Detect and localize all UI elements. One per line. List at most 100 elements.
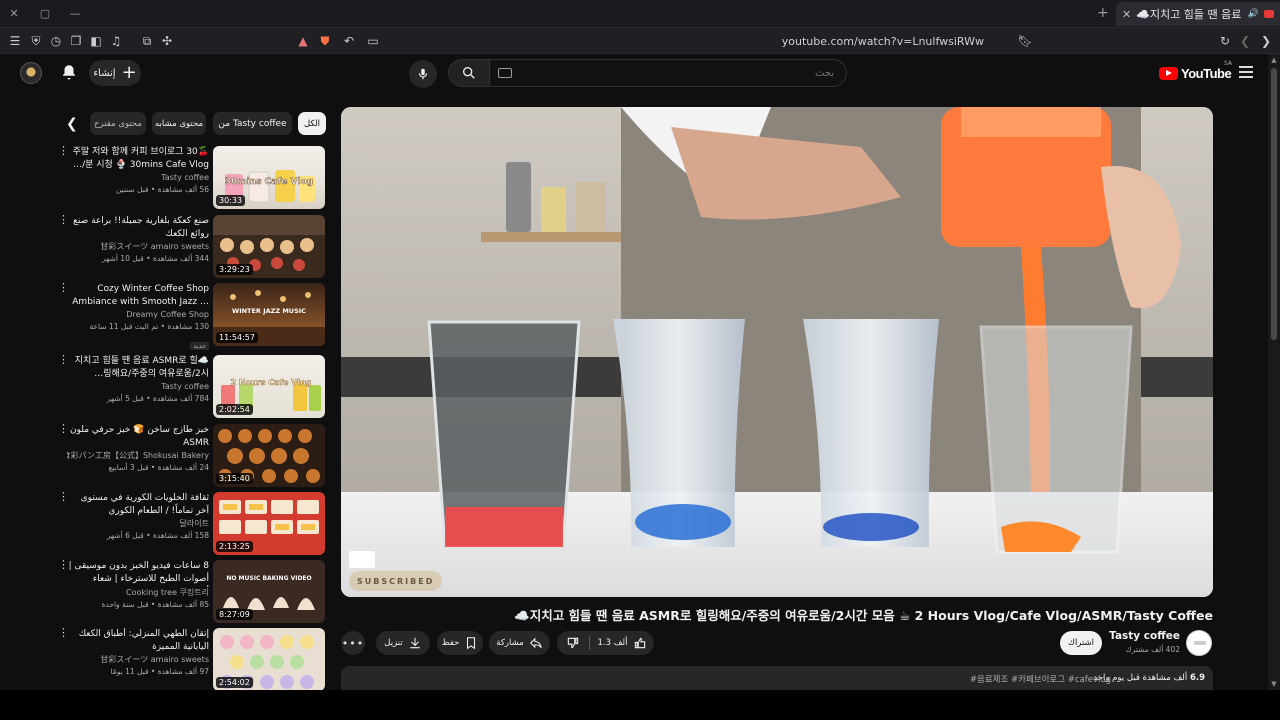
create-button[interactable]: إنشاء + (89, 60, 141, 86)
back-history-icon[interactable]: ↶ (340, 32, 358, 50)
chip-related[interactable]: محتوى مشابه (152, 112, 206, 135)
extensions-icon[interactable]: ✣ (158, 32, 176, 50)
video-thumbnail[interactable]: WINTER JAZZ MUSIC 11:54:57 (213, 283, 325, 346)
list-item[interactable]: ⋮ إتقان الطهي المنزلي: أطباق الكعك الياب… (55, 627, 327, 692)
chip-from-channel[interactable]: من Tasty coffee (213, 112, 292, 135)
more-options-icon[interactable]: ⋮ (58, 214, 69, 225)
description-box[interactable]: 6.9 ألف مشاهدة قبل يوم واحد #음료제조 #카페브이로… (341, 666, 1213, 690)
hashtags[interactable]: #음료제조 #카페브이로그 #cafevlog (970, 673, 1111, 685)
save-button[interactable]: حفظ (437, 631, 483, 655)
voice-search-button[interactable] (409, 60, 437, 88)
more-horizontal-icon: ••• (341, 636, 365, 650)
video-title[interactable]: Cozy Winter Coffee Shop Ambiance with Sm… (67, 283, 209, 309)
video-thumbnail[interactable]: 30mins Cafe Vlog 30:33 (213, 146, 325, 209)
new-tab-button[interactable]: + (1097, 5, 1109, 21)
browser-tab-active[interactable]: ✕ ☁️지치고 힘들 땐 음료 ASMR 🔊 (1116, 2, 1280, 26)
video-thumbnail[interactable]: 3:29:23 (213, 215, 325, 278)
aria-icon[interactable]: ▲ (294, 32, 312, 50)
guide-menu-icon[interactable] (1239, 66, 1253, 78)
music-icon[interactable]: ♫ (107, 32, 125, 50)
tabs-icon[interactable]: ❐ (67, 32, 85, 50)
brave-shields-icon[interactable]: ⛊ (316, 32, 334, 50)
cast-icon[interactable]: ▭ (364, 32, 382, 50)
back-icon[interactable]: ❮ (1236, 32, 1254, 50)
channel-name[interactable]: Tasty coffee (1100, 630, 1180, 642)
shield-icon[interactable]: ⛨ (27, 32, 45, 50)
video-title[interactable]: 8 ساعات فيديو الخبز بدون موسيقى | أصوات … (67, 560, 209, 587)
audio-icon[interactable]: 🔊 (1248, 9, 1259, 19)
channel-name[interactable]: 甘彩スイーツ amairo sweets (67, 654, 209, 666)
search-button[interactable] (448, 59, 490, 87)
more-options-icon[interactable]: ⋮ (58, 627, 69, 638)
scroll-up-icon[interactable]: ▲ (1270, 56, 1278, 64)
url-text: youtube.com/watch?v=LnulfwsiRWw (781, 34, 984, 48)
list-item[interactable]: ⋮ 🍒주말 저와 함께 커피 브이로그 30분 시청 🍨 30mins Cafe… (55, 145, 327, 210)
more-options-icon[interactable]: ⋮ (58, 282, 69, 293)
video-thumbnail[interactable]: NO MUSIC BAKING VIDEO 8:27:09 (213, 560, 325, 623)
channel-name[interactable]: Tasty coffee (67, 381, 209, 393)
like-button[interactable]: 1.3 ألف (590, 631, 654, 655)
video-duration: 8:27:09 (216, 609, 253, 620)
more-options-icon[interactable]: ⋮ (58, 491, 69, 502)
video-meta: 🍒주말 저와 함께 커피 브이로그 30분 시청 🍨 30mins Cafe V… (67, 146, 209, 196)
video-title[interactable]: صنع كعكة بلغارية جميلة!! براعة صنع روائع… (67, 215, 209, 241)
list-item[interactable]: ⋮ صنع كعكة بلغارية جميلة!! براعة صنع روا… (55, 214, 327, 279)
history-icon[interactable]: ◷ (47, 32, 65, 50)
list-item[interactable]: ⋮ ☁️지치고 힘들 땐 음료 ASMR로 힐링해요/주중의 여유로움/2시… … (55, 354, 327, 419)
channel-name[interactable]: Tasty coffee (67, 172, 209, 184)
download-button[interactable]: تنزيل (376, 631, 430, 655)
channel-name[interactable]: 달라이트 (67, 518, 209, 530)
scrollbar-thumb[interactable] (1271, 68, 1277, 340)
video-title[interactable]: خبز طازج ساخن 🍞 خبز حرفي ملون ASMR (67, 424, 209, 450)
forward-icon[interactable]: ❯ (1257, 32, 1275, 50)
video-player[interactable]: SUBSCRIBED (341, 107, 1213, 597)
video-thumbnail[interactable]: 2:54:02 (213, 628, 325, 691)
restore-window-icon[interactable]: ▢ (37, 6, 53, 22)
video-thumbnail[interactable]: 2:13:25 (213, 492, 325, 555)
video-title[interactable]: 🍒주말 저와 함께 커피 브이로그 30분 시청 🍨 30mins Cafe V… (67, 146, 209, 172)
close-window-icon[interactable]: ✕ (6, 6, 22, 22)
keyboard-icon[interactable] (498, 68, 512, 78)
more-options-icon[interactable]: ⋮ (58, 559, 69, 570)
channel-name[interactable]: 甘彩スイーツ amairo sweets (67, 241, 209, 253)
minimize-window-icon[interactable]: — (67, 6, 83, 22)
list-item[interactable]: ⋮ خبز طازج ساخن 🍞 خبز حرفي ملون ASMR 食彩パ… (55, 423, 327, 488)
chip-all[interactable]: الكل (298, 112, 326, 135)
channel-name[interactable]: Dreamy Coffee Shop (67, 309, 209, 321)
address-bar[interactable]: youtube.com/watch?v=LnulfwsiRWw (620, 31, 1010, 51)
list-item[interactable]: ⋮ Cozy Winter Coffee Shop Ambiance with … (55, 282, 327, 350)
channel-avatar[interactable] (1186, 630, 1212, 656)
youtube-logo[interactable]: YouTube SA (1159, 60, 1232, 82)
more-options-icon[interactable]: ⋮ (58, 145, 69, 156)
channel-name[interactable]: Cooking tree 쿠킹트리 (67, 587, 209, 599)
chevron-left-icon[interactable]: ❮ (66, 117, 78, 131)
account-avatar[interactable] (20, 62, 42, 84)
share-button[interactable]: مشاركة (489, 631, 550, 655)
more-options-icon[interactable]: ⋮ (58, 423, 69, 434)
subscribe-button[interactable]: اشتراك (1060, 631, 1102, 655)
scroll-down-icon[interactable]: ▼ (1270, 680, 1278, 688)
video-title[interactable]: إتقان الطهي المنزلي: أطباق الكعك اليابان… (67, 628, 209, 654)
channel-watermark-logo[interactable] (349, 551, 375, 568)
more-options-icon[interactable]: ⋮ (58, 354, 69, 365)
search-input[interactable] (490, 60, 846, 86)
screenshot-icon[interactable]: ⧉ (138, 32, 156, 50)
more-actions-button[interactable]: ••• (341, 631, 365, 655)
video-thumbnail[interactable]: 2 Hours Cafe Vlog 2:02:54 (213, 355, 325, 418)
sidebar-icon[interactable]: ◧ (87, 32, 105, 50)
video-title[interactable]: ثقافة الحلويات الكورية في مستوى آخر تمام… (67, 492, 209, 518)
notifications-bell-icon[interactable] (60, 63, 78, 81)
chip-recommended[interactable]: محتوى مقترح (90, 112, 146, 135)
video-title[interactable]: ☁️지치고 힘들 땐 음료 ASMR로 힐링해요/주중의 여유로움/2시… (67, 355, 209, 381)
menu-icon[interactable]: ☰ (6, 32, 24, 50)
dislike-button[interactable] (557, 631, 589, 655)
reload-icon[interactable]: ↻ (1216, 32, 1234, 50)
video-thumbnail[interactable]: 3:15:40 (213, 424, 325, 487)
channel-name[interactable]: 食彩パン工房【公式】Shokusai Bakery … (67, 450, 209, 462)
list-item[interactable]: ⋮ 8 ساعات فيديو الخبز بدون موسيقى | أصوا… (55, 559, 327, 624)
list-item[interactable]: ⋮ ثقافة الحلويات الكورية في مستوى آخر تم… (55, 491, 327, 556)
bookmark-icon[interactable]: 🔖︎ (1016, 32, 1034, 50)
close-tab-icon[interactable]: ✕ (1122, 8, 1131, 21)
search-input-box[interactable] (489, 59, 847, 87)
page-scrollbar[interactable]: ▲ ▼ (1268, 54, 1280, 690)
